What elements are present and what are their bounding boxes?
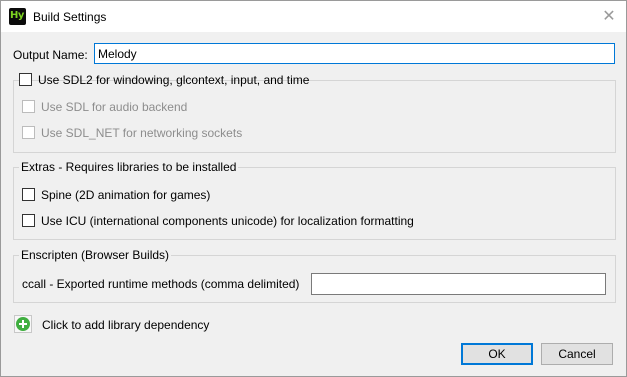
extras-group [13,167,616,240]
sdl-net-checkbox-label: Use SDL_NET for networking sockets [41,126,243,140]
sdl2-checkbox-row[interactable]: Use SDL2 for windowing, glcontext, input… [19,72,309,88]
app-logo-text: Hy [10,10,24,21]
icu-checkbox[interactable] [22,214,35,227]
sdl2-group [13,80,616,153]
build-settings-dialog: Hy Build Settings ✕ Output Name: Use SDL… [0,0,627,377]
add-dependency-button[interactable] [14,315,32,333]
spine-checkbox[interactable] [22,188,35,201]
cancel-button[interactable]: Cancel [541,343,613,365]
ccall-input[interactable] [311,273,606,295]
window-title: Build Settings [33,10,107,24]
close-icon[interactable]: ✕ [599,7,619,27]
sdl2-checkbox[interactable] [19,73,32,86]
emscripten-group-title: Enscripten (Browser Builds) [19,247,172,263]
sdl-audio-checkbox [22,100,35,113]
app-logo-icon: Hy [9,8,26,25]
output-name-label: Output Name: [13,48,88,62]
icu-checkbox-label[interactable]: Use ICU (international components unicod… [41,213,414,229]
spine-checkbox-label[interactable]: Spine (2D animation for games) [41,187,210,203]
sdl-audio-checkbox-label: Use SDL for audio backend [41,100,188,114]
sdl-net-checkbox [22,126,35,139]
ccall-label: ccall - Exported runtime methods (comma … [22,277,300,291]
extras-group-title: Extras - Requires libraries to be instal… [19,159,239,175]
plus-circle-icon [16,317,30,331]
add-dependency-label[interactable]: Click to add library dependency [42,317,209,333]
title-bar[interactable]: Hy Build Settings ✕ [1,1,626,32]
sdl2-checkbox-label[interactable]: Use SDL2 for windowing, glcontext, input… [38,72,309,88]
ok-button[interactable]: OK [461,343,533,365]
output-name-input[interactable] [94,43,615,64]
